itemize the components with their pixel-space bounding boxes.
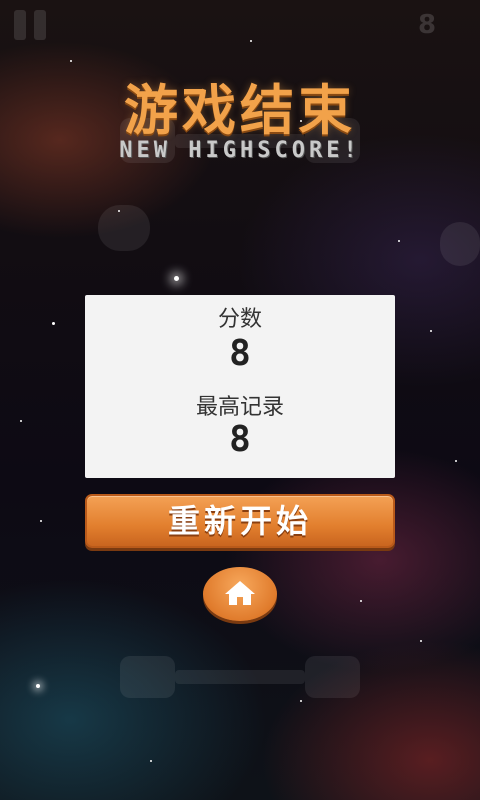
ghost-asteroid <box>98 205 150 251</box>
home-icon <box>225 581 255 605</box>
home-button[interactable] <box>203 567 277 621</box>
ghost-asteroid <box>440 222 480 266</box>
new-highscore-label: NEW HIGHSCORE! <box>119 138 361 163</box>
score-panel: 分数 8 最高记录 8 <box>85 295 395 478</box>
score-label: 分数 <box>217 307 262 332</box>
best-score-value: 8 <box>229 419 251 460</box>
score-value: 8 <box>229 333 251 374</box>
ghost-bar <box>175 670 305 684</box>
ghost-block <box>120 656 175 698</box>
top-score-indicator: 8 <box>417 10 437 40</box>
restart-button[interactable]: 重新开始 <box>85 494 395 548</box>
best-score-label: 最高记录 <box>195 395 284 420</box>
game-over-title: 游戏结束 <box>124 79 356 142</box>
ghost-block <box>305 656 360 698</box>
pause-icon <box>14 10 48 40</box>
